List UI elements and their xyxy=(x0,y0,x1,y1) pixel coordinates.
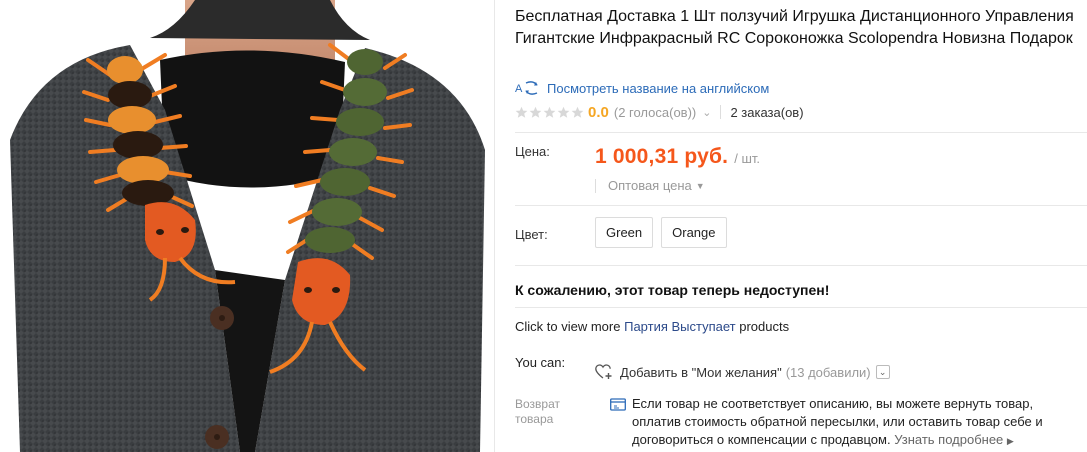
wishlist-label: Добавить в "Мои желания" xyxy=(620,364,782,380)
image-divider xyxy=(494,0,495,452)
store-link[interactable]: Партия Выступает xyxy=(624,319,736,334)
wishlist-count: (13 добавили) xyxy=(785,364,871,380)
caret-down-icon: ▼ xyxy=(695,180,705,191)
price-unit: / шт. xyxy=(734,151,760,166)
translate-row: A Посмотреть название на английском xyxy=(515,78,769,98)
translate-icon: A xyxy=(515,79,541,97)
color-option-orange[interactable]: Orange xyxy=(661,217,727,248)
rating-separator xyxy=(720,105,722,119)
unavailable-message: К сожалению, этот товар теперь недоступе… xyxy=(515,282,830,298)
rating-row: 0.0 (2 голоса(ов)) ⌄ 2 заказа(ов) xyxy=(515,101,804,123)
translate-title-link[interactable]: Посмотреть название на английском xyxy=(547,81,769,96)
color-option-green[interactable]: Green xyxy=(595,217,654,248)
learn-more-label: Узнать подробнее xyxy=(894,432,1004,447)
color-label: Цвет: xyxy=(515,227,548,242)
color-options: Green Orange xyxy=(595,217,727,248)
return-policy-line: договориться о компенсации с продавцом. … xyxy=(632,431,1082,450)
product-detail-panel: Бесплатная Доставка 1 Шт ползучий Игрушк… xyxy=(515,0,1087,452)
price-row: 1 000,31 руб. / шт. xyxy=(595,145,760,169)
more-products-row: Click to view more Партия Выступает prod… xyxy=(515,319,789,334)
return-label-line: товара xyxy=(515,412,554,426)
chevron-down-icon[interactable]: ⌄ xyxy=(702,106,711,119)
divider xyxy=(515,265,1087,266)
product-photo xyxy=(10,0,485,452)
return-policy: Если товар не соответствует описанию, вы… xyxy=(610,395,1082,450)
return-policy-line: оплатив стоимость обратной пересылки, ил… xyxy=(632,414,1043,429)
more-products-prefix: Click to view more xyxy=(515,319,621,334)
orders-count: 2 заказа(ов) xyxy=(730,104,804,120)
heart-plus-icon xyxy=(595,364,613,380)
votes-count-link[interactable]: (2 голоса(ов)) xyxy=(614,105,696,120)
star-icon xyxy=(529,106,542,118)
return-policy-icon xyxy=(610,398,626,411)
svg-text:A: A xyxy=(515,83,523,95)
wholesale-price-toggle[interactable]: Оптовая цена ▼ xyxy=(595,178,705,193)
price-label: Цена: xyxy=(515,144,550,159)
divider xyxy=(515,307,1087,308)
rating-stars xyxy=(515,106,584,119)
learn-more-link[interactable]: Узнать подробнее ▶ xyxy=(894,432,1014,447)
return-label-line: Возврат xyxy=(515,397,560,411)
wholesale-separator xyxy=(595,178,596,193)
product-title: Бесплатная Доставка 1 Шт ползучий Игрушк… xyxy=(515,8,1074,47)
return-label: Возврат товара xyxy=(515,397,585,427)
star-icon xyxy=(515,106,528,118)
price-value: 1 000,31 руб. xyxy=(595,145,729,168)
return-policy-text: Если товар не соответствует описанию, вы… xyxy=(632,395,1082,450)
you-can-label: You can: xyxy=(515,355,566,370)
divider xyxy=(515,132,1087,133)
rating-value: 0.0 xyxy=(588,103,609,121)
star-icon xyxy=(557,106,570,118)
add-to-wishlist[interactable]: Добавить в "Мои желания" (13 добавили) ⌄ xyxy=(595,364,890,380)
wholesale-price-label: Оптовая цена xyxy=(608,178,692,193)
caret-right-icon: ▶ xyxy=(1006,436,1014,446)
divider xyxy=(515,205,1087,206)
return-policy-line: Если товар не соответствует описанию, вы… xyxy=(632,396,1034,411)
product-image[interactable] xyxy=(0,0,494,452)
chevron-down-icon[interactable]: ⌄ xyxy=(875,365,890,379)
more-products-suffix: products xyxy=(739,319,790,334)
return-policy-line-text: договориться о компенсации с продавцом. xyxy=(632,432,891,447)
star-icon xyxy=(543,106,556,118)
star-icon xyxy=(571,106,584,118)
